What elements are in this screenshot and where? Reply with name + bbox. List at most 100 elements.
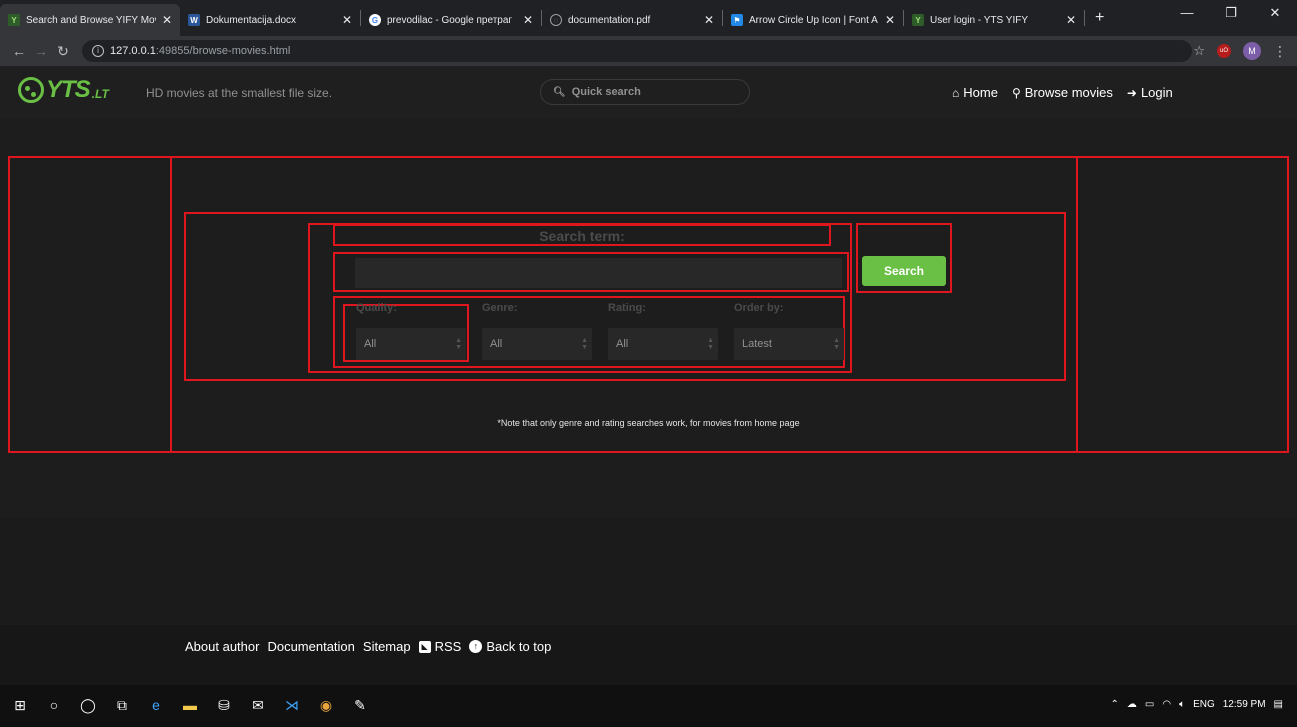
browser-tab-google[interactable]: G prevodilac - Google претраг ✕ [361, 4, 541, 36]
mail-icon[interactable]: ✉ [248, 695, 268, 715]
browser-tab-login[interactable]: Y User login - YTS YIFY ✕ [904, 4, 1084, 36]
word-favicon-icon: W [188, 14, 200, 26]
tab-label: prevodilac - Google претраг [387, 14, 513, 26]
quality-label: Quality: [356, 302, 397, 314]
close-icon[interactable]: ✕ [162, 13, 172, 27]
quick-search-placeholder: Quick search [571, 86, 641, 98]
info-icon[interactable]: i [92, 45, 104, 57]
browser-tab-pdf[interactable]: ◌ documentation.pdf ✕ [542, 4, 722, 36]
new-tab-icon[interactable]: + [1085, 9, 1114, 27]
yts-favicon-icon: Y [912, 14, 924, 26]
nav-login-label: Login [1140, 85, 1173, 100]
tab-label: User login - YTS YIFY [930, 14, 1028, 26]
forward-arrow-icon[interactable]: → [30, 43, 52, 59]
yts-favicon-icon: Y [8, 14, 20, 26]
tab-label: Arrow Circle Up Icon | Font A [749, 14, 878, 26]
onedrive-icon[interactable]: ☁ [1127, 699, 1137, 710]
language-indicator[interactable]: ENG [1193, 699, 1215, 710]
close-icon[interactable]: ✕ [885, 13, 895, 27]
close-icon[interactable]: ✕ [704, 13, 714, 27]
search-icon: ⚲ [1011, 85, 1021, 100]
nav-home-label: Home [963, 85, 998, 100]
select-arrows-icon: ▲ ▼ [581, 337, 588, 351]
search-icon[interactable]: ○ [44, 695, 64, 715]
home-icon: ⌂ [952, 85, 960, 100]
url-host: 127.0.0.1 [110, 45, 156, 57]
rss-icon: ◣ [418, 640, 431, 653]
back-arrow-icon[interactable]: ← [8, 43, 30, 59]
quick-search-input[interactable]: 🔍︎ Quick search [540, 79, 750, 105]
url-path: :49855/browse-movies.html [155, 45, 291, 57]
nav-home[interactable]: ⌂ Home [952, 85, 998, 100]
logo-suffix: .LT [91, 87, 109, 101]
clock[interactable]: 12:59 PM [1223, 699, 1266, 710]
search-button[interactable]: Search [862, 256, 946, 286]
nav-browse-label: Browse movies [1024, 85, 1113, 100]
order-by-select[interactable]: Latest ▲ ▼ [734, 328, 844, 360]
nav-browse-movies[interactable]: ⚲ Browse movies [1012, 85, 1113, 100]
search-term-label: Search term: [539, 228, 625, 244]
edge-icon[interactable]: e [146, 695, 166, 715]
nav-login[interactable]: ➜ Login [1127, 85, 1173, 100]
site-logo[interactable]: YTS .LT [18, 76, 109, 104]
app-icon[interactable]: ✎ [350, 695, 370, 715]
content-band [0, 518, 1297, 625]
footer-rss[interactable]: ◣ RSS [418, 639, 462, 654]
tab-label: Search and Browse YIFY Mov [26, 14, 156, 26]
reload-icon[interactable]: ↻ [52, 43, 74, 60]
select-arrows-icon: ▲ ▼ [833, 337, 840, 351]
battery-icon[interactable]: ▭ [1145, 699, 1154, 710]
chrome-icon[interactable]: ◉ [316, 695, 336, 715]
ublock-extension-icon[interactable]: uO [1217, 44, 1231, 58]
file-explorer-icon[interactable]: ▬ [180, 695, 200, 715]
footer-sitemap[interactable]: Sitemap [363, 639, 411, 654]
profile-avatar[interactable]: M [1243, 42, 1261, 60]
notification-icon[interactable]: ▤ [1274, 699, 1283, 710]
close-icon[interactable]: ✕ [523, 13, 533, 27]
store-icon[interactable]: ⛁ [214, 695, 234, 715]
order-by-label: Order by: [734, 302, 784, 314]
search-term-input[interactable] [355, 258, 842, 288]
footer-about-author[interactable]: About author [185, 639, 259, 654]
window-controls: — ❐ ✕ [1165, 0, 1297, 30]
browser-tab-fontawesome[interactable]: ⚑ Arrow Circle Up Icon | Font A ✕ [723, 4, 903, 36]
close-icon[interactable]: ✕ [1066, 13, 1076, 27]
browser-tab-yts-search[interactable]: Y Search and Browse YIFY Mov ✕ [0, 4, 180, 36]
bookmark-star-icon[interactable]: ☆ [1193, 43, 1205, 59]
logo-text: YTS [46, 76, 91, 103]
rating-select[interactable]: All ▲ ▼ [608, 328, 718, 360]
wifi-icon[interactable]: ◠ [1162, 699, 1171, 710]
site-tagline: HD movies at the smallest file size. [146, 86, 333, 100]
tray-chevron-up-icon[interactable]: ⌃ [1110, 699, 1118, 710]
browser-tab-docx[interactable]: W Dokumentacija.docx ✕ [180, 4, 360, 36]
address-bar[interactable]: i 127.0.0.1 :49855/browse-movies.html [82, 40, 1192, 62]
minimize-icon[interactable]: — [1165, 0, 1209, 30]
sign-in-icon: ➜ [1126, 85, 1137, 100]
volume-icon[interactable]: 🔈︎ [1179, 699, 1185, 710]
windows-start-icon[interactable]: ⊞ [10, 695, 30, 715]
footer-back-to-top[interactable]: ↑ Back to top [469, 639, 551, 654]
rating-value: All [616, 338, 629, 350]
tab-label: Dokumentacija.docx [206, 14, 297, 26]
toolbar-icons: ☆ uO M ⋮ [1193, 42, 1287, 60]
vscode-icon[interactable]: ⋊ [282, 695, 302, 715]
quality-select[interactable]: All ▲ ▼ [356, 328, 466, 360]
genre-select[interactable]: All ▲ ▼ [482, 328, 592, 360]
task-view-icon[interactable]: ⧉ [112, 695, 132, 715]
kebab-menu-icon[interactable]: ⋮ [1273, 43, 1287, 60]
window-close-icon[interactable]: ✕ [1253, 0, 1297, 30]
globe-favicon-icon: ◌ [550, 14, 562, 26]
footer-rss-label: RSS [434, 639, 462, 654]
site-header: YTS .LT HD movies at the smallest file s… [0, 66, 1297, 118]
system-tray: ⌃ ☁ ▭ ◠ 🔈︎ ENG 12:59 PM ▤ [1110, 699, 1283, 710]
taskbar-icons: ⊞ ○ ◯ ⧉ e ▬ ⛁ ✉ ⋊ ◉ ✎ [10, 695, 370, 715]
order-by-value: Latest [742, 338, 772, 350]
maximize-icon[interactable]: ❐ [1209, 0, 1253, 30]
arrow-circle-up-icon: ↑ [469, 640, 483, 653]
close-icon[interactable]: ✕ [342, 13, 352, 27]
footer-back-to-top-label: Back to top [486, 639, 552, 654]
footer-documentation[interactable]: Documentation [267, 639, 354, 654]
genre-value: All [490, 338, 503, 350]
cortana-icon[interactable]: ◯ [78, 695, 98, 715]
browser-toolbar: ← → ↻ i 127.0.0.1 :49855/browse-movies.h… [0, 36, 1297, 66]
